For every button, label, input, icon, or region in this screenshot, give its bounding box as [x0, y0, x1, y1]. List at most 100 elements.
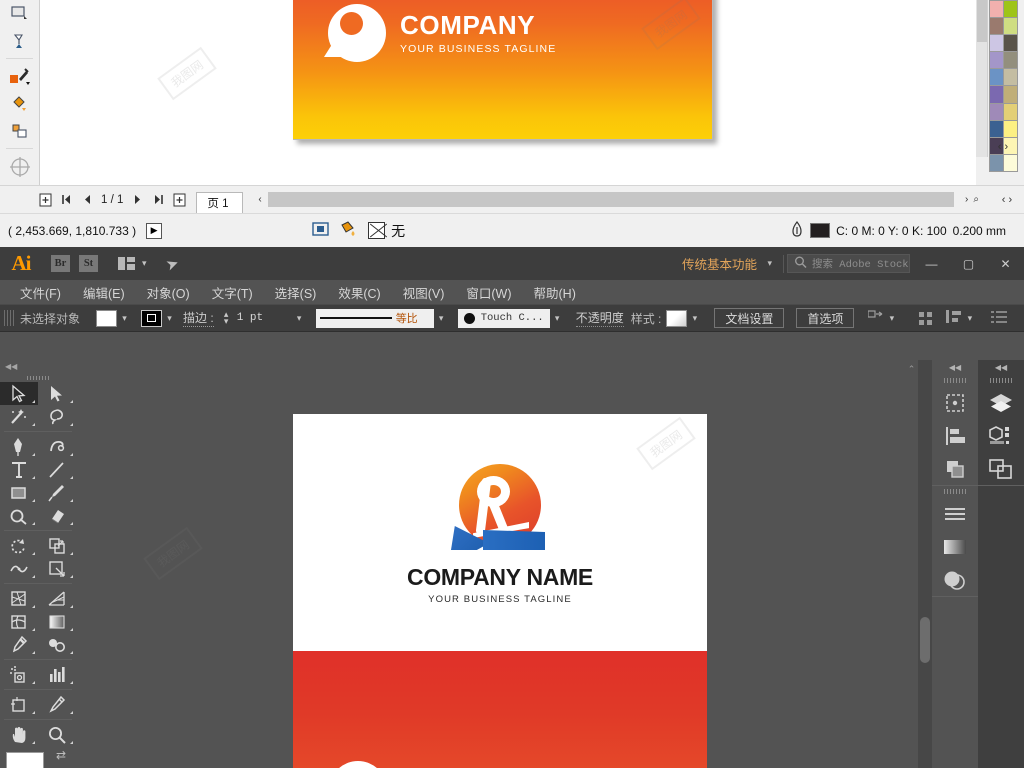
- fill-swatch[interactable]: [6, 752, 44, 768]
- shadow-tool-icon[interactable]: [0, 0, 40, 27]
- dock-group-grip-2[interactable]: [932, 486, 978, 497]
- bridge-button[interactable]: Br: [51, 255, 70, 272]
- palette-swatch[interactable]: [1002, 33, 1018, 53]
- free-transform-tool-icon[interactable]: [38, 557, 76, 580]
- fill-stroke-indicator[interactable]: ⇄: [6, 748, 66, 768]
- palette-nav-arrows[interactable]: ‹ ›: [986, 139, 1020, 155]
- menu-item-2[interactable]: 对象(O): [136, 280, 201, 304]
- type-tool-icon[interactable]: [0, 458, 38, 481]
- dock-column-left[interactable]: ◀◀: [932, 360, 978, 768]
- color-eyedropper-tool-icon[interactable]: [0, 63, 40, 90]
- arrange-documents-button[interactable]: ▾: [118, 257, 147, 270]
- palette-swatch[interactable]: [988, 33, 1004, 53]
- palette-swatch[interactable]: [988, 102, 1004, 121]
- toolbox-grip[interactable]: [0, 373, 76, 382]
- palette-swatch[interactable]: [1002, 119, 1018, 138]
- palette-swatch[interactable]: [1002, 102, 1018, 121]
- page-tab[interactable]: 页 1: [196, 191, 244, 214]
- width-tool-icon[interactable]: [0, 557, 38, 580]
- align-icon[interactable]: [919, 311, 933, 325]
- variable-width-profile-select[interactable]: 等比: [315, 308, 434, 328]
- artboard-tool-icon[interactable]: [0, 693, 38, 716]
- smart-fill-tool-icon[interactable]: [0, 117, 40, 144]
- stroke-weight-stepper[interactable]: ▴ ▾: [221, 310, 232, 326]
- stroke-color-swatch[interactable]: [141, 309, 163, 327]
- dock-collapse-icon-right[interactable]: ◀◀: [978, 360, 1024, 375]
- gradient-tool-icon[interactable]: [38, 610, 76, 633]
- stock-search-field[interactable]: 搜索 Adobe Stock: [787, 254, 910, 273]
- panel-options-icon[interactable]: [991, 310, 1008, 326]
- palette-swatch[interactable]: [988, 68, 1004, 87]
- opacity-label[interactable]: 不透明度: [575, 309, 624, 327]
- align-panel-icon[interactable]: [932, 419, 978, 452]
- workspace-name[interactable]: 传统基本功能: [682, 254, 757, 273]
- brush-chevron-down-icon[interactable]: ▾: [550, 310, 565, 327]
- artboard-top-card[interactable]: COMPANY NAME YOUR BUSINESS TAGLINE: [293, 414, 707, 649]
- palette-scrollbar[interactable]: [976, 0, 988, 157]
- stroke-panel-icon[interactable]: [932, 497, 978, 530]
- first-page-icon[interactable]: [59, 193, 73, 207]
- select-similar-chevron-down-icon[interactable]: ▾: [884, 310, 899, 327]
- artboard[interactable]: COMPANY NAME YOUR BUSINESS TAGLINE COMPA…: [293, 414, 707, 768]
- menu-item-5[interactable]: 效果(C): [327, 280, 391, 304]
- gradient-panel-icon[interactable]: [932, 530, 978, 563]
- direct-selection-tool-icon[interactable]: [38, 382, 76, 405]
- lasso-tool-icon[interactable]: [38, 405, 76, 428]
- distribute-icon[interactable]: [946, 310, 962, 326]
- top-app-artwork-card[interactable]: COMPANY YOUR BUSINESS TAGLINE: [293, 0, 713, 140]
- page-navigator[interactable]: 1 / 1: [38, 193, 186, 207]
- palette-swatch[interactable]: [1002, 0, 1018, 18]
- palette-swatch[interactable]: [988, 85, 1004, 104]
- palette-swatch[interactable]: [988, 119, 1004, 138]
- scroll-extras[interactable]: › ⌕: [954, 192, 990, 207]
- curvature-tool-icon[interactable]: [38, 435, 76, 458]
- close-button[interactable]: ✕: [987, 247, 1024, 280]
- toolbox-collapse-icon[interactable]: ◀◀: [0, 360, 76, 373]
- slice-tool-icon[interactable]: [38, 693, 76, 716]
- dock-collapse-icon-left[interactable]: ◀◀: [932, 360, 978, 375]
- stroke-weight-input[interactable]: 1 pt: [231, 308, 292, 328]
- brush-definition-select[interactable]: Touch C...: [457, 308, 550, 328]
- swap-fill-stroke-icon[interactable]: ⇄: [56, 748, 66, 762]
- graphic-style-swatch[interactable]: [666, 309, 688, 327]
- transparency-tool-icon[interactable]: [0, 27, 40, 54]
- fill-color-swatch[interactable]: [96, 309, 118, 327]
- shape-builder-tool-icon[interactable]: [0, 587, 38, 610]
- status-expand-button[interactable]: ▶: [146, 222, 163, 239]
- dock-group-grip-3[interactable]: [978, 375, 1024, 386]
- rotate-tool-icon[interactable]: [0, 534, 38, 557]
- control-bar-grip[interactable]: [4, 310, 14, 326]
- add-page-after-icon[interactable]: [172, 193, 186, 207]
- width-profile-chevron-down-icon[interactable]: ▾: [434, 310, 449, 327]
- interactive-fill-tool-icon[interactable]: [0, 90, 40, 117]
- maximize-button[interactable]: ▢: [950, 247, 987, 280]
- selection-tool-icon[interactable]: [0, 382, 38, 405]
- scrollbar-thumb[interactable]: [920, 617, 930, 663]
- top-app-canvas[interactable]: COMPANY YOUR BUSINESS TAGLINE 我图网 我图网: [40, 0, 976, 185]
- pen-tool-icon[interactable]: [0, 435, 38, 458]
- line-segment-tool-icon[interactable]: [38, 458, 76, 481]
- menu-item-8[interactable]: 帮助(H): [523, 280, 587, 304]
- zoom-magnifier-icon[interactable]: ⌕: [973, 194, 979, 205]
- menu-item-0[interactable]: 文件(F): [9, 280, 72, 304]
- minimize-button[interactable]: —: [913, 247, 950, 280]
- eraser-tool-icon[interactable]: [38, 504, 76, 527]
- paintbrush-tool-icon[interactable]: [38, 481, 76, 504]
- tool-grid[interactable]: [0, 382, 76, 746]
- fill-color-icon[interactable]: [339, 220, 358, 241]
- palette-swatch[interactable]: [1002, 16, 1018, 35]
- preferences-button[interactable]: 首选项: [796, 308, 855, 328]
- transparency-panel-icon[interactable]: [932, 563, 978, 596]
- distribute-chevron-down-icon[interactable]: ▾: [962, 310, 977, 327]
- scale-tool-icon[interactable]: [38, 534, 76, 557]
- artboards-panel-icon[interactable]: [978, 452, 1024, 485]
- zoom-tool-icon[interactable]: [38, 723, 76, 746]
- menu-item-6[interactable]: 视图(V): [392, 280, 456, 304]
- perspective-grid-tool-icon[interactable]: [38, 587, 76, 610]
- layers-panel-icon[interactable]: [978, 386, 1024, 419]
- libraries-panel-icon[interactable]: [978, 419, 1024, 452]
- previous-page-icon[interactable]: [80, 193, 94, 207]
- fill-dropdown-chevron-down-icon[interactable]: ▾: [117, 310, 132, 327]
- workspace-chevron-down-icon[interactable]: ▾: [767, 258, 772, 269]
- mesh-tool-icon[interactable]: [0, 610, 38, 633]
